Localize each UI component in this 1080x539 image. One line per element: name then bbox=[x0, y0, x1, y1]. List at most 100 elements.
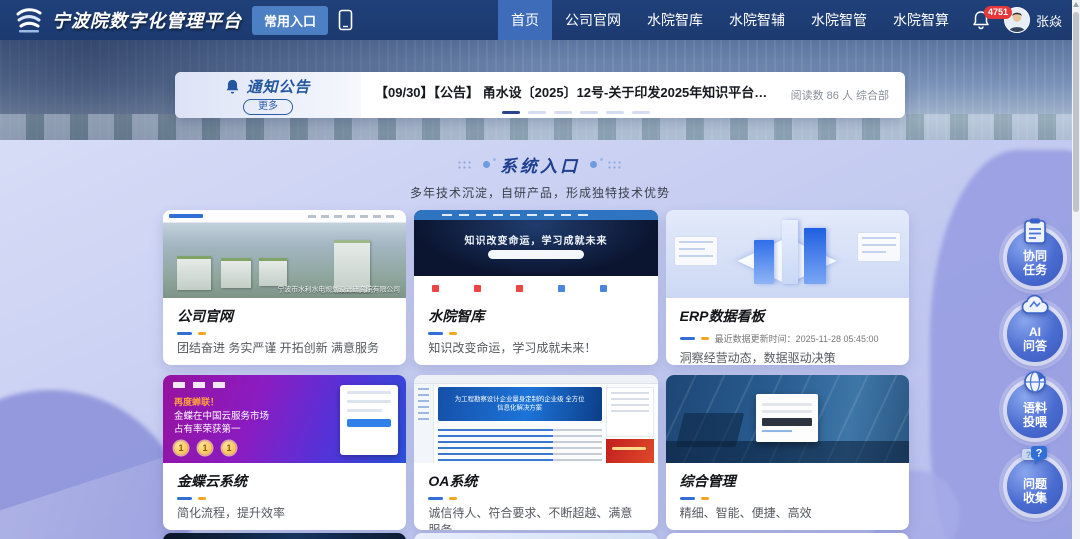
question-bubble-icon: ? ? bbox=[1020, 445, 1050, 471]
nav-item-company-site[interactable]: 公司官网 bbox=[552, 0, 634, 40]
fab-label-line: 收集 bbox=[1023, 491, 1047, 505]
medal-icon: 1 bbox=[174, 441, 188, 455]
section-title: 系统入口 bbox=[500, 152, 580, 177]
mini-login-panel bbox=[340, 385, 398, 455]
kingdee-line2: 占有率荣获第一 bbox=[174, 421, 241, 435]
notice-more-button[interactable]: 更多 bbox=[243, 99, 293, 115]
ai-cloud-icon bbox=[1020, 293, 1050, 317]
card-description: 团结奋进 务实严谨 开拓创新 满意服务 bbox=[177, 339, 392, 356]
notice-carousel-indicators bbox=[502, 111, 650, 114]
fab-label-line: 语料 bbox=[1023, 401, 1047, 415]
announcement-link[interactable]: 【09/30】【公告】 甬水设〔2025〕12号-关于印发2025年知识平台建设… bbox=[375, 82, 777, 101]
carousel-dash[interactable] bbox=[528, 111, 546, 114]
kingdee-medals: 1 1 1 bbox=[174, 441, 236, 455]
app-title: 宁波院数字化管理平台 bbox=[52, 7, 242, 33]
top-header: 宁波院数字化管理平台 常用入口 首页 公司官网 水院智库 水院智辅 水院智管 水… bbox=[0, 0, 1072, 40]
kingdee-tagline: 再度蝉联！ bbox=[174, 395, 219, 408]
card-integrated-management[interactable]: 综合管理 精细、智能、便捷、高效 bbox=[666, 375, 909, 530]
carousel-dash[interactable] bbox=[606, 111, 624, 114]
deco-dots-left bbox=[457, 160, 473, 170]
notice-left-panel: 通知公告 更多 bbox=[175, 72, 361, 118]
notice-title: 通知公告 bbox=[246, 76, 310, 97]
card-description: 诚信待人、符合要求、不断超越、满意服务 bbox=[428, 504, 643, 530]
fab-label-line: 协同 bbox=[1023, 249, 1047, 263]
deco-dots-right bbox=[607, 160, 623, 170]
card-title: ERP数据看板 bbox=[680, 306, 895, 326]
kingdee-line1: 金蝶在中国云服务市场 bbox=[174, 408, 269, 422]
quick-entry-button[interactable]: 常用入口 bbox=[252, 6, 328, 35]
card-description: 简化流程，提升效率 bbox=[177, 504, 392, 521]
card-description: 洞察经营动态，数据驱动决策 bbox=[680, 349, 895, 365]
system-entry-grid: 宁波市水利水电规划设计研究院有限公司 公司官网 团结奋进 务实严谨 开拓创新 满… bbox=[163, 210, 909, 530]
nav-item-smart-manage[interactable]: 水院智管 bbox=[798, 0, 880, 40]
carousel-dash[interactable] bbox=[554, 111, 572, 114]
mini-login-form bbox=[756, 394, 818, 442]
oa-banner-text: 为工程勘察设计企业量身定制的企业级 全方位信息化解决方案 bbox=[455, 395, 586, 412]
knowledge-base-thumbnail: 知识改变命运，学习成就未来 bbox=[414, 210, 657, 298]
card-erp-dashboard[interactable]: ERP数据看板 最近数据更新时间：2025-11-28 05:45:00 洞察经… bbox=[666, 210, 909, 365]
nav-item-smart-compute[interactable]: 水院智算 bbox=[880, 0, 962, 40]
svg-text:?: ? bbox=[1026, 450, 1032, 460]
oa-thumbnail: 为工程勘察设计企业量身定制的企业级 全方位信息化解决方案 bbox=[414, 375, 657, 463]
notification-bell[interactable]: 4751 bbox=[972, 10, 990, 30]
card-title: OA系统 bbox=[428, 471, 643, 491]
card-stub[interactable] bbox=[163, 533, 406, 539]
card-title: 综合管理 bbox=[680, 471, 895, 491]
fab-issue-collect[interactable]: ? ? 问题 收集 bbox=[1007, 458, 1063, 514]
deco-circle-left bbox=[483, 161, 490, 168]
announcement-bell-icon bbox=[225, 78, 240, 95]
carousel-dash[interactable] bbox=[632, 111, 650, 114]
card-title: 水院智库 bbox=[428, 306, 643, 326]
card-stub[interactable] bbox=[414, 533, 657, 539]
card-company-site[interactable]: 宁波市水利水电规划设计研究院有限公司 公司官网 团结奋进 务实严谨 开拓创新 满… bbox=[163, 210, 406, 365]
company-site-thumbnail: 宁波市水利水电规划设计研究院有限公司 bbox=[163, 210, 406, 298]
card-knowledge-base[interactable]: 知识改变命运，学习成就未来 水院智库 知识改变命运，学习成就未来！ bbox=[414, 210, 657, 365]
fab-ai-qa[interactable]: AI 问答 bbox=[1007, 306, 1063, 362]
nav-item-home[interactable]: 首页 bbox=[498, 0, 552, 40]
carousel-dash[interactable] bbox=[580, 111, 598, 114]
globe-icon bbox=[1022, 369, 1048, 395]
user-name[interactable]: 张焱 bbox=[1036, 11, 1062, 30]
company-site-caption: 宁波市水利水电规划设计研究院有限公司 bbox=[278, 285, 400, 294]
card-kingdee-cloud[interactable]: 再度蝉联！ 金蝶在中国云服务市场 占有率荣获第一 1 1 1 金蝶云系统 简化流… bbox=[163, 375, 406, 530]
mini-search-bar bbox=[488, 250, 584, 259]
integrated-mgmt-thumbnail bbox=[666, 375, 909, 463]
notice-bar: 通知公告 更多 【09/30】【公告】 甬水设〔2025〕12号-关于印发202… bbox=[175, 72, 905, 118]
carousel-dash[interactable] bbox=[502, 111, 520, 114]
kingdee-thumbnail: 再度蝉联！ 金蝶在中国云服务市场 占有率荣获第一 1 1 1 bbox=[163, 375, 406, 463]
card-description: 知识改变命运，学习成就未来！ bbox=[428, 339, 643, 356]
fab-label-line: 任务 bbox=[1023, 263, 1047, 277]
notice-read-count: 阅读数 86 人 综合部 bbox=[791, 87, 905, 103]
page-scrollbar[interactable] bbox=[1072, 0, 1080, 539]
fab-corpus-feed[interactable]: 语料 投喂 bbox=[1007, 382, 1063, 438]
next-row-preview bbox=[163, 533, 909, 539]
nav-item-smart-assist[interactable]: 水院智辅 bbox=[716, 0, 798, 40]
section-subtitle: 多年技术沉淀，自研产品，形成独特技术优势 bbox=[0, 184, 1080, 201]
fab-label-line: 投喂 bbox=[1023, 415, 1047, 429]
floating-action-stack: 协同 任务 AI 问答 语料 投喂 ? ? bbox=[1002, 216, 1068, 514]
erp-dashboard-thumbnail bbox=[666, 210, 909, 298]
app-logo-icon bbox=[14, 5, 44, 35]
section-heading: 系统入口 多年技术沉淀，自研产品，形成独特技术优势 bbox=[0, 152, 1080, 201]
card-description: 精细、智能、便捷、高效 bbox=[680, 504, 895, 521]
fab-label-line: 问题 bbox=[1023, 477, 1047, 491]
mobile-phone-icon[interactable] bbox=[338, 9, 353, 31]
card-stub[interactable] bbox=[666, 533, 909, 539]
knowledge-slogan: 知识改变命运，学习成就未来 bbox=[414, 232, 657, 247]
notification-count-badge: 4751 bbox=[984, 6, 1012, 19]
medal-icon: 1 bbox=[198, 441, 212, 455]
fab-label-line: 问答 bbox=[1023, 339, 1047, 353]
oa-banner-image bbox=[606, 439, 654, 463]
fab-collab-tasks[interactable]: 协同 任务 bbox=[1007, 230, 1063, 286]
clipboard-icon bbox=[1022, 217, 1048, 245]
card-title: 金蝶云系统 bbox=[177, 471, 392, 491]
erp-update-time: 最近数据更新时间：2025-11-28 05:45:00 bbox=[715, 332, 879, 345]
card-oa-system[interactable]: 为工程勘察设计企业量身定制的企业级 全方位信息化解决方案 OA系统 诚信待人、符… bbox=[414, 375, 657, 530]
scrollbar-thumb[interactable] bbox=[1073, 12, 1079, 212]
deco-circle-right bbox=[590, 161, 597, 168]
svg-text:?: ? bbox=[1036, 448, 1043, 460]
notice-content: 【09/30】【公告】 甬水设〔2025〕12号-关于印发2025年知识平台建设… bbox=[361, 72, 791, 118]
medal-icon: 1 bbox=[222, 441, 236, 455]
scrollbar-up-arrow[interactable] bbox=[1073, 2, 1079, 7]
nav-item-knowledge-base[interactable]: 水院智库 bbox=[634, 0, 716, 40]
